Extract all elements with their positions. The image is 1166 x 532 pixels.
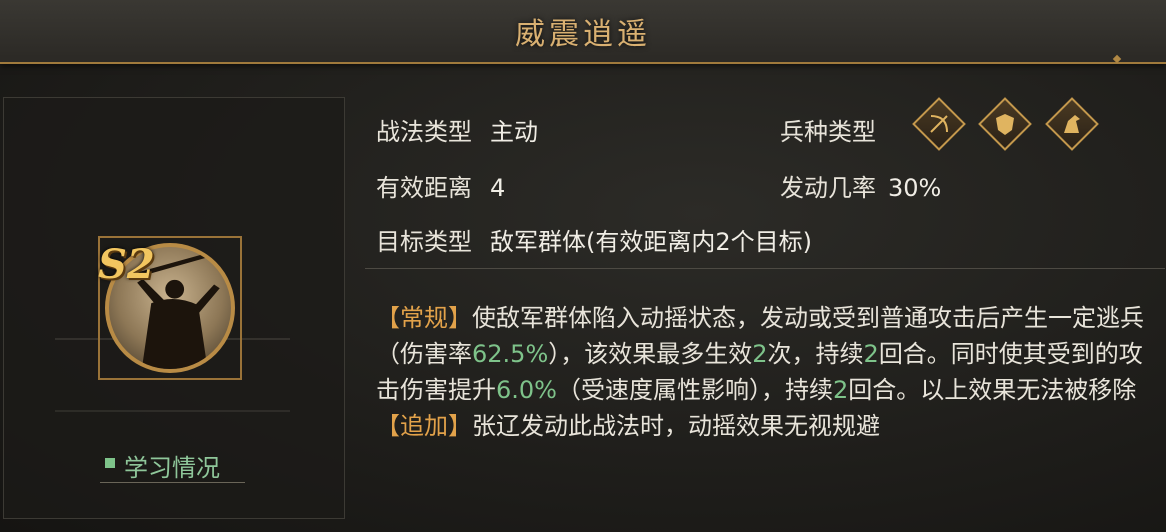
desc-value-5: 2 (832, 376, 849, 404)
range-value: 4 (490, 174, 506, 202)
archer-icon (912, 97, 966, 151)
troop-type-label: 兵种类型 (780, 118, 876, 146)
desc-value-4: 6.0% (496, 376, 557, 404)
cavalry-icon (1045, 97, 1099, 151)
desc-value-1: 62.5% (472, 340, 549, 368)
tactic-type-label: 战法类型 (376, 118, 472, 146)
range-row: 有效距离 4 (376, 168, 505, 203)
tag-normal: 【常规】 (376, 304, 472, 332)
rate-value: 30% (888, 174, 942, 202)
shield-icon (978, 97, 1032, 151)
tactic-type-row: 战法类型 主动 (376, 112, 538, 147)
section-divider (365, 268, 1165, 269)
target-value: 敌军群体(有效距离内2个目标) (490, 228, 812, 256)
learn-status-label: 学习情况 (124, 454, 220, 482)
desc-text-3: 次，持续 (767, 340, 864, 368)
status-bullet-icon (105, 458, 115, 468)
page-title: 威震逍遥 (515, 17, 651, 52)
desc-text-5: （受速度属性影响），持续 (556, 376, 833, 404)
desc-text-6: 回合。以上效果无法被移除 (848, 376, 1137, 404)
tactic-type-value: 主动 (490, 118, 538, 146)
learn-status-button[interactable]: 学习情况 (100, 446, 245, 483)
desc-extra-text: 张辽发动此战法时，动摇效果无视规避 (472, 412, 880, 440)
range-label: 有效距离 (376, 174, 472, 202)
tag-extra: 【追加】 (376, 412, 472, 440)
target-row: 目标类型 敌军群体(有效距离内2个目标) (376, 222, 812, 257)
title-bar: 威震逍遥 (0, 0, 1166, 64)
desc-value-3: 2 (863, 340, 879, 368)
tier-badge: S2 (98, 241, 155, 288)
desc-value-2: 2 (752, 340, 768, 368)
troop-type-row: 兵种类型 (780, 112, 876, 147)
tactic-description: 【常规】使敌军群体陷入动摇状态，发动或受到普通攻击后产生一定逃兵（伤害率62.5… (376, 300, 1156, 444)
rate-row: 发动几率 30% (780, 168, 941, 203)
rate-label: 发动几率 (780, 174, 876, 202)
target-label: 目标类型 (376, 228, 472, 256)
desc-text-2: ），该效果最多生效 (548, 340, 753, 368)
corner-ornament (1112, 54, 1122, 64)
